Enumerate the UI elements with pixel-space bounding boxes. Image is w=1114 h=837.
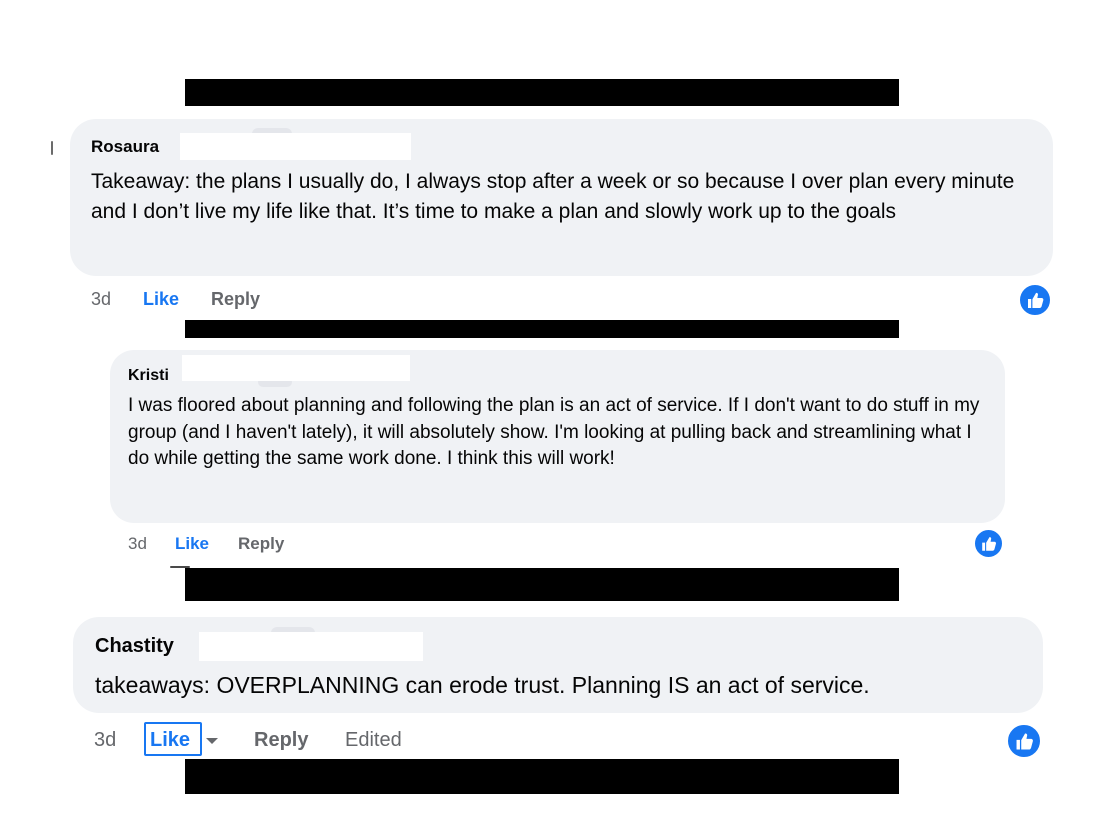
redaction-bar	[185, 759, 899, 794]
comment-text: takeaways: OVERPLANNING can erode trust.…	[95, 672, 870, 698]
redaction-bar	[185, 320, 899, 338]
redaction-bar	[185, 79, 899, 106]
reaction-badge[interactable]	[973, 528, 1004, 559]
thumbs-up-icon	[982, 537, 997, 551]
thumbs-up-icon	[1016, 733, 1033, 750]
reaction-badge[interactable]	[1006, 723, 1042, 759]
name-redaction	[199, 632, 423, 661]
like-button[interactable]: Like	[150, 728, 190, 752]
reply-button[interactable]: Reply	[254, 728, 308, 752]
name-redaction	[182, 355, 410, 381]
like-button[interactable]: Like	[143, 288, 179, 310]
avatar[interactable]	[170, 566, 192, 570]
comment-author[interactable]: Kristi	[128, 366, 169, 386]
comment-timestamp[interactable]: 3d	[128, 534, 147, 554]
thumbs-up-icon	[1028, 292, 1044, 308]
edited-label[interactable]: Edited	[345, 728, 402, 752]
comment-text: I was floored about planning and followi…	[128, 395, 980, 469]
avatar[interactable]	[48, 134, 54, 162]
name-redaction	[180, 133, 411, 160]
redaction-bar	[185, 568, 899, 601]
reaction-menu-button[interactable]	[204, 734, 220, 746]
comment-timestamp[interactable]: 3d	[94, 728, 116, 752]
reply-button[interactable]: Reply	[211, 288, 260, 310]
like-button[interactable]: Like	[175, 534, 209, 554]
comment-timestamp[interactable]: 3d	[91, 288, 111, 310]
comment-author[interactable]: Chastity	[95, 634, 174, 658]
comment-text: Takeaway: the plans I usually do, I alwa…	[91, 170, 1015, 223]
reaction-badge[interactable]	[1018, 283, 1052, 317]
comment-author[interactable]: Rosaura	[91, 136, 159, 158]
reply-button[interactable]: Reply	[238, 534, 284, 554]
caret-down-icon	[206, 738, 218, 744]
